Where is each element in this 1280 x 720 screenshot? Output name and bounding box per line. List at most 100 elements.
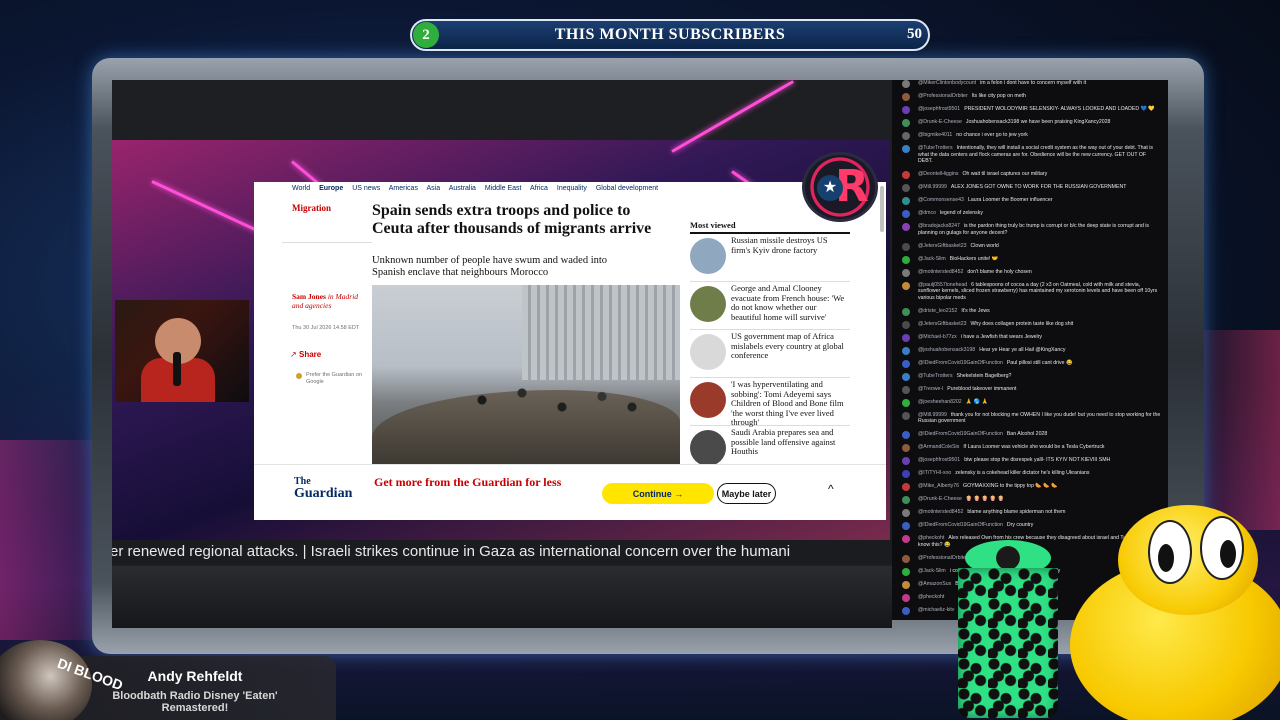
chat-avatar[interactable] — [902, 411, 910, 420]
chat-username[interactable]: @pheckoht — [918, 594, 944, 600]
chat-avatar[interactable] — [902, 457, 910, 465]
chat-username[interactable]: @motintersted8452 — [918, 269, 963, 275]
chat-username[interactable]: @TubeTrotters — [918, 373, 953, 379]
article-kicker[interactable]: Migration — [292, 203, 331, 213]
chat-username[interactable]: @IDiedFromCovid19GainOfFunction — [918, 522, 1003, 528]
most-viewed-item[interactable]: 'I was hyperventilating and sobbing': To… — [690, 378, 850, 427]
chat-username[interactable]: @josephfrost9501 — [918, 106, 960, 112]
chat-avatar[interactable] — [902, 106, 910, 114]
chat-username[interactable]: @JetersGiftbasket23 — [918, 243, 967, 249]
most-viewed-item[interactable]: Russian missile destroys US firm's Kyiv … — [690, 234, 850, 282]
guardian-logo[interactable]: The Guardian — [294, 476, 352, 501]
nav-item-middle-east[interactable]: Middle East — [485, 185, 522, 192]
chat-username[interactable]: @Drunk-E-Cheese — [918, 496, 962, 502]
chat-avatar[interactable] — [902, 197, 910, 205]
chat-avatar[interactable] — [902, 255, 910, 264]
chat-username[interactable]: @dmco — [918, 210, 936, 216]
chat-avatar[interactable] — [902, 268, 910, 277]
chat-username[interactable]: @Treowe-l — [918, 386, 943, 392]
chat-avatar[interactable] — [902, 171, 910, 179]
chat-username[interactable]: @IT/TYHI-xoo — [918, 470, 951, 476]
chat-avatar[interactable] — [902, 210, 910, 218]
nav-item-americas[interactable]: Americas — [389, 185, 418, 192]
chat-avatar[interactable] — [902, 444, 910, 452]
page-scrollbar[interactable] — [880, 186, 884, 232]
chat-username[interactable]: @driste_leo2152 — [918, 308, 957, 314]
chat-username[interactable]: @paulj0557lonehead — [918, 282, 967, 288]
chat-username[interactable]: @motintersted8452 — [918, 509, 963, 515]
chat-avatar[interactable] — [902, 372, 910, 381]
chat-username[interactable]: @JetersGiftbasket23 — [918, 321, 967, 327]
chat-avatar[interactable] — [902, 80, 910, 88]
chat-avatar[interactable] — [902, 567, 910, 576]
chat-avatar[interactable] — [902, 483, 910, 491]
most-viewed-item[interactable]: George and Amal Clooney evacuate from Fr… — [690, 282, 850, 330]
chat-avatar[interactable] — [902, 470, 910, 478]
chat-username[interactable]: @TubeTrotters — [918, 145, 953, 151]
nav-item-asia[interactable]: Asia — [427, 185, 441, 192]
chat-avatar[interactable] — [902, 522, 910, 530]
chat-username[interactable]: @ArmandColeSix — [918, 444, 959, 450]
chat-avatar[interactable] — [902, 320, 910, 329]
share-button[interactable]: Share — [299, 350, 321, 359]
chat-avatar[interactable] — [902, 93, 910, 101]
byline-author[interactable]: Sam Jones — [292, 292, 326, 301]
chat-avatar[interactable] — [902, 535, 910, 543]
chat-avatar[interactable] — [902, 333, 910, 342]
chat-avatar[interactable] — [902, 606, 910, 615]
chat-username[interactable]: @bradojacks8247 — [918, 223, 960, 229]
chat-avatar[interactable] — [902, 132, 910, 140]
continue-button[interactable]: Continue → — [602, 483, 714, 504]
chat-username[interactable]: @pheckoht — [918, 535, 944, 541]
chat-username[interactable]: @DeontelHiggins — [918, 171, 958, 177]
chat-avatar[interactable] — [902, 242, 910, 251]
chat-avatar[interactable] — [902, 431, 910, 439]
chat-username[interactable]: @Mill.99999 — [918, 412, 947, 418]
nav-item-us-news[interactable]: US news — [352, 185, 380, 192]
nav-item-inequality[interactable]: Inequality — [557, 185, 587, 192]
prefer-guardian-link[interactable]: Prefer the Guardian on Google — [306, 372, 368, 386]
chat-username[interactable]: @IDiedFromCovid19GainOfFunction — [918, 431, 1003, 437]
chat-username[interactable]: @Michael-b77zx — [918, 334, 957, 340]
nav-item-global-development[interactable]: Global development — [596, 185, 658, 192]
chat-username[interactable]: @Drunk-E-Cheese — [918, 119, 962, 125]
chat-username[interactable]: @Commonsense43 — [918, 197, 964, 203]
chat-username[interactable]: @michaeliz-kitv — [918, 607, 954, 613]
chat-avatar[interactable] — [902, 496, 910, 504]
chat-avatar[interactable] — [902, 385, 910, 394]
chat-username[interactable]: @Mike_Alberty76 — [918, 483, 959, 489]
nav-item-europe[interactable]: Europe — [319, 185, 343, 192]
chat-username[interactable]: @Mill.99999 — [918, 184, 947, 190]
nav-item-world[interactable]: World — [292, 185, 310, 192]
nav-item-australia[interactable]: Australia — [449, 185, 476, 192]
chat-username[interactable]: @bigmike4011 — [918, 132, 952, 138]
chat-avatar[interactable] — [902, 307, 910, 316]
chat-username[interactable]: @Jack-Slim — [918, 568, 946, 574]
chat-avatar[interactable] — [902, 580, 910, 589]
chat-username[interactable]: @IDiedFromCovid19GainOfFunction — [918, 360, 1003, 366]
chat-avatar[interactable] — [902, 554, 910, 563]
nav-item-africa[interactable]: Africa — [530, 185, 548, 192]
maybe-later-button[interactable]: Maybe later — [717, 483, 776, 504]
chat-username[interactable]: @joesheehan8202 — [918, 399, 962, 405]
chat-username[interactable]: @Jack-Slim — [918, 256, 946, 262]
chat-avatar[interactable] — [902, 509, 910, 517]
chat-avatar[interactable] — [902, 398, 910, 407]
chat-avatar[interactable] — [902, 145, 910, 153]
chat-avatar[interactable] — [902, 346, 910, 355]
chat-username[interactable]: @ProfessionalOrbiter — [918, 93, 968, 99]
chat-username[interactable]: @ProfessionalOrbiter — [918, 555, 968, 561]
most-viewed-item[interactable]: US government map of Africa mislabels ev… — [690, 330, 850, 378]
chat-username[interactable]: @MikerClintonbodycount — [918, 80, 976, 86]
share-icon[interactable]: ↗ — [290, 350, 297, 359]
chevron-up-icon[interactable]: ^ — [828, 482, 834, 496]
chat-avatar[interactable] — [902, 119, 910, 127]
chat-username[interactable]: @AmazonSux — [918, 581, 951, 587]
chat-username[interactable]: @josephfrost9501 — [918, 457, 960, 463]
chat-avatar[interactable] — [902, 593, 910, 602]
chat-avatar[interactable] — [902, 359, 910, 368]
chat-username[interactable]: @joshuahobensack3198 — [918, 347, 975, 353]
chat-avatar[interactable] — [902, 281, 910, 290]
chat-avatar[interactable] — [902, 184, 910, 192]
chat-avatar[interactable] — [902, 223, 910, 231]
